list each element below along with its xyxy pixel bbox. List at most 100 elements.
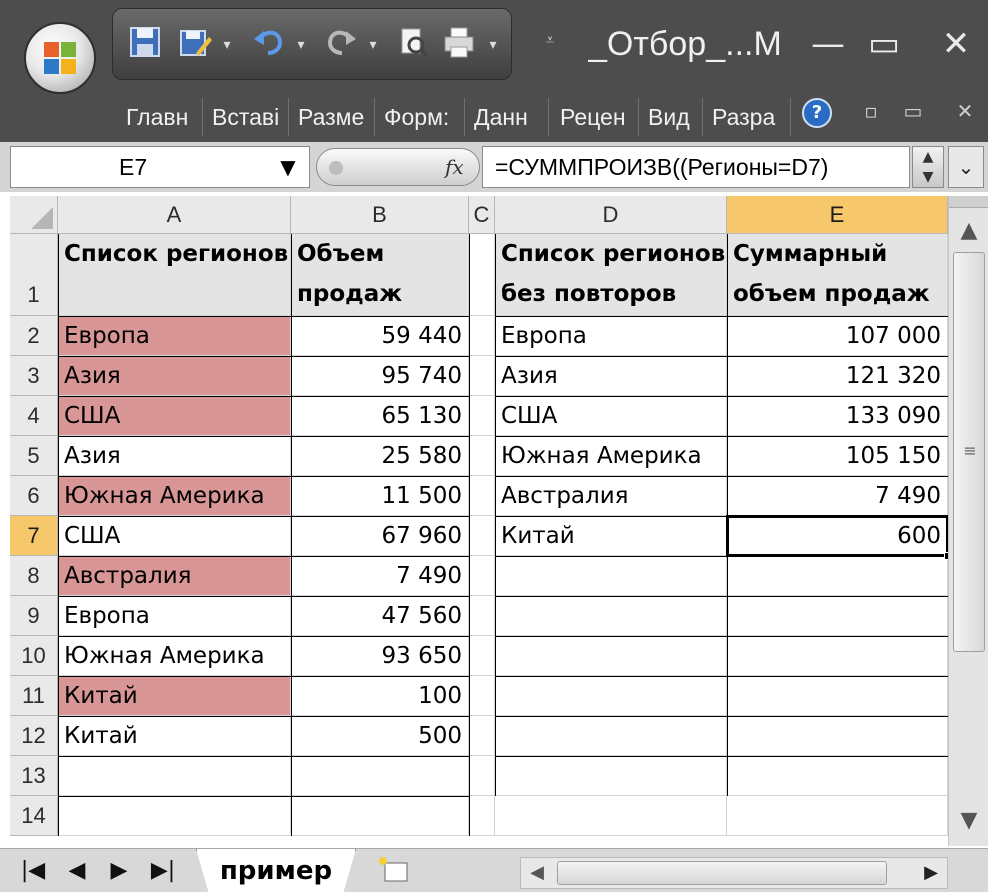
cell-b4[interactable]: 65 130 <box>291 396 469 436</box>
cell-d7[interactable]: Китай <box>495 516 727 556</box>
cell-e3[interactable]: 121 320 <box>727 356 948 396</box>
save-as-icon[interactable] <box>175 25 215 65</box>
row-header[interactable]: 13 <box>10 756 58 796</box>
cell-a4[interactable]: США <box>58 396 291 436</box>
cell-b7[interactable]: 67 960 <box>291 516 469 556</box>
cell-c9[interactable] <box>469 596 495 636</box>
horizontal-scroll-thumb[interactable] <box>557 861 887 885</box>
cell-a5[interactable]: Азия <box>58 436 291 476</box>
tab-view[interactable]: Вид <box>644 92 698 142</box>
cell-a11[interactable]: Китай <box>58 676 291 716</box>
cell-a9[interactable]: Европа <box>58 596 291 636</box>
cell-c13[interactable] <box>469 756 495 796</box>
maximize-button[interactable]: ▭ <box>856 18 912 70</box>
customize-toolbar-icon[interactable]: ⩡ <box>536 24 564 56</box>
cell-d3[interactable]: Азия <box>495 356 727 396</box>
scroll-thumb[interactable]: ≡ <box>953 252 985 652</box>
print-dropdown-icon[interactable]: ▾ <box>485 25 501 65</box>
cell-c4[interactable] <box>469 396 495 436</box>
workbook-close-button[interactable]: ✕ <box>950 96 980 126</box>
row-header[interactable]: 9 <box>10 596 58 636</box>
column-header-a[interactable]: A <box>58 196 291 234</box>
cell-d10[interactable] <box>495 636 727 676</box>
tab-data[interactable]: Данн <box>470 92 542 142</box>
next-sheet-icon[interactable]: ▶ <box>100 853 138 889</box>
tab-developer[interactable]: Разра <box>708 92 784 142</box>
cell-a1-header[interactable]: Список регионов <box>58 234 291 316</box>
expand-formula-icon[interactable]: ⌄ <box>948 146 984 188</box>
column-header-c[interactable]: C <box>469 196 495 234</box>
cell-c11[interactable] <box>469 676 495 716</box>
cell-e4[interactable]: 133 090 <box>727 396 948 436</box>
cell-d12[interactable] <box>495 716 727 756</box>
cell-c12[interactable] <box>469 716 495 756</box>
formula-input[interactable]: =СУММПРОИЗВ((Регионы=D7) <box>482 146 910 188</box>
chevron-down-icon[interactable]: ▼ <box>275 157 301 177</box>
cell-c14[interactable] <box>469 796 495 836</box>
cell-d4[interactable]: США <box>495 396 727 436</box>
cell-e10[interactable] <box>727 636 948 676</box>
cell-b2[interactable]: 59 440 <box>291 316 469 356</box>
minimize-button[interactable]: — <box>800 18 856 70</box>
cell-b1-header[interactable]: Объем продаж <box>291 234 469 316</box>
row-header[interactable]: 12 <box>10 716 58 756</box>
cell-c3[interactable] <box>469 356 495 396</box>
cell-e11[interactable] <box>727 676 948 716</box>
name-box[interactable]: E7 ▼ <box>10 146 310 188</box>
first-sheet-icon[interactable]: |◀ <box>14 853 52 889</box>
cell-e7[interactable]: 600 <box>727 516 948 556</box>
last-sheet-icon[interactable]: ▶| <box>144 853 182 889</box>
select-all-button[interactable] <box>10 196 58 234</box>
cell-e8[interactable] <box>727 556 948 596</box>
scroll-down-icon[interactable]: ▼ <box>949 804 988 838</box>
row-header[interactable]: 1 <box>10 234 58 316</box>
workbook-restore-button[interactable]: ▭ <box>898 96 928 126</box>
tab-review[interactable]: Рецен <box>556 92 632 142</box>
cell-d14[interactable] <box>495 796 727 836</box>
vertical-scrollbar[interactable]: ▲ ≡ ▼ <box>948 196 988 846</box>
tab-page-layout[interactable]: Разме <box>294 92 368 142</box>
cell-e14[interactable] <box>727 796 948 836</box>
cell-c10[interactable] <box>469 636 495 676</box>
cell-d13[interactable] <box>495 756 727 796</box>
cell-a6[interactable]: Южная Америка <box>58 476 291 516</box>
cell-b5[interactable]: 25 580 <box>291 436 469 476</box>
cell-c7[interactable] <box>469 516 495 556</box>
sheet-tab-active[interactable]: пример <box>196 849 356 892</box>
redo-icon[interactable] <box>321 25 361 65</box>
print-preview-icon[interactable] <box>393 25 433 65</box>
cell-d5[interactable]: Южная Америка <box>495 436 727 476</box>
cell-b14[interactable] <box>291 796 469 836</box>
cell-b12[interactable]: 500 <box>291 716 469 756</box>
row-header[interactable]: 5 <box>10 436 58 476</box>
resize-handle-icon[interactable] <box>329 161 343 175</box>
cell-b8[interactable]: 7 490 <box>291 556 469 596</box>
row-header[interactable]: 8 <box>10 556 58 596</box>
redo-dropdown-icon[interactable]: ▾ <box>365 25 381 65</box>
scroll-right-icon[interactable]: ▶ <box>915 858 947 888</box>
cell-a12[interactable]: Китай <box>58 716 291 756</box>
formula-scroll-buttons[interactable]: ▲ ▼ <box>912 146 944 188</box>
cell-a13[interactable] <box>58 756 291 796</box>
row-header[interactable]: 6 <box>10 476 58 516</box>
cell-e9[interactable] <box>727 596 948 636</box>
cell-c1[interactable] <box>469 234 495 316</box>
cell-c5[interactable] <box>469 436 495 476</box>
cell-b13[interactable] <box>291 756 469 796</box>
cell-d8[interactable] <box>495 556 727 596</box>
print-icon[interactable] <box>439 25 479 65</box>
cell-d6[interactable]: Австралия <box>495 476 727 516</box>
tab-home[interactable]: Главн <box>122 92 198 142</box>
save-dropdown-icon[interactable]: ▾ <box>219 25 235 65</box>
horizontal-scrollbar[interactable]: ◀ ▶ <box>520 857 948 889</box>
cell-e13[interactable] <box>727 756 948 796</box>
cell-a10[interactable]: Южная Америка <box>58 636 291 676</box>
cell-a3[interactable]: Азия <box>58 356 291 396</box>
row-header[interactable]: 3 <box>10 356 58 396</box>
cell-c2[interactable] <box>469 316 495 356</box>
cell-b11[interactable]: 100 <box>291 676 469 716</box>
cell-e12[interactable] <box>727 716 948 756</box>
row-header[interactable]: 10 <box>10 636 58 676</box>
close-button[interactable]: ✕ <box>928 18 984 70</box>
tab-formulas[interactable]: Форм: <box>380 92 460 142</box>
